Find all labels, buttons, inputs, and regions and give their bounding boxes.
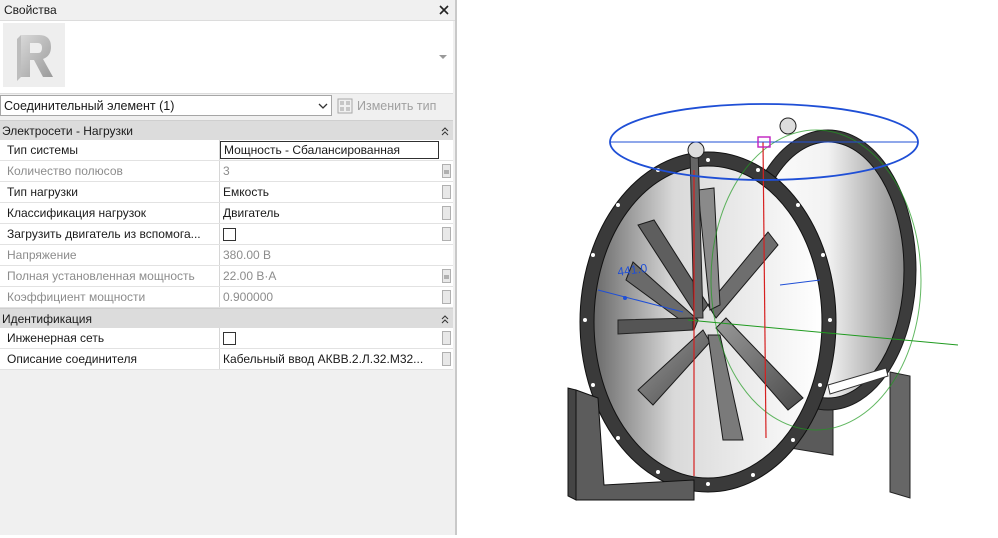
edit-type-button[interactable]: Изменить тип: [337, 95, 451, 116]
prop-name: Инженерная сеть: [0, 328, 220, 348]
associate-parameter-icon[interactable]: [442, 206, 451, 220]
collapse-icon[interactable]: [441, 314, 449, 324]
prop-voltage: Напряжение 380.00 В: [0, 245, 453, 266]
edit-type-label: Изменить тип: [357, 98, 437, 113]
properties-grid: Электросети - Нагрузки Тип системы Мощно…: [0, 120, 453, 370]
associate-parameter-icon[interactable]: [442, 269, 451, 283]
close-icon[interactable]: [437, 3, 451, 17]
revit-logo-thumbnail: [3, 23, 65, 87]
prop-value: 22.00 В·А: [220, 266, 453, 286]
prop-name: Тип нагрузки: [0, 182, 220, 202]
prop-name: Классификация нагрузок: [0, 203, 220, 223]
group-identification[interactable]: Идентификация: [0, 308, 453, 328]
prop-value[interactable]: Двигатель: [220, 203, 453, 223]
properties-panel: Свойства Соединительный элемент (1) Изме…: [0, 0, 457, 535]
properties-titlebar: Свойства: [0, 0, 455, 21]
fan-model[interactable]: 441.0: [458, 0, 998, 535]
prop-value: 0.900000: [220, 287, 453, 307]
3d-viewport[interactable]: 441.0: [458, 0, 998, 535]
group-title: Электросети - Нагрузки: [2, 123, 133, 138]
prop-value[interactable]: Кабельный ввод АКВВ.2.Л.32.М32...: [220, 349, 453, 369]
prop-power-factor: Коэффициент мощности 0.900000: [0, 287, 453, 308]
associate-parameter-icon[interactable]: [442, 331, 451, 345]
associate-parameter-icon[interactable]: [442, 227, 451, 241]
associate-parameter-icon[interactable]: [442, 164, 451, 178]
prop-load-classification[interactable]: Классификация нагрузок Двигатель: [0, 203, 453, 224]
prop-utility[interactable]: Инженерная сеть: [0, 328, 453, 349]
type-selector-dropdown[interactable]: Соединительный элемент (1): [0, 95, 332, 116]
prop-name: Тип системы: [0, 140, 220, 160]
panel-title: Свойства: [4, 3, 57, 17]
chevron-down-icon[interactable]: [438, 52, 448, 62]
chevron-down-icon: [318, 103, 328, 109]
prop-value: 380.00 В: [223, 248, 272, 262]
edit-type-icon: [337, 98, 353, 113]
prop-connector-description[interactable]: Описание соединителя Кабельный ввод АКВВ…: [0, 349, 453, 370]
prop-value[interactable]: [220, 328, 453, 348]
associate-parameter-icon[interactable]: [442, 352, 451, 366]
prop-name: Загрузить двигатель из вспомога...: [0, 224, 220, 244]
motor-auxiliary-checkbox[interactable]: [223, 227, 236, 241]
associate-parameter-icon[interactable]: [442, 290, 451, 304]
prop-value[interactable]: [220, 224, 453, 244]
prop-motor-from-auxiliary[interactable]: Загрузить двигатель из вспомога...: [0, 224, 453, 245]
prop-name: Коэффициент мощности: [0, 287, 220, 307]
prop-system-type[interactable]: Тип системы Мощность - Сбалансированная: [0, 140, 453, 161]
prop-number-of-poles: Количество полюсов 3: [0, 161, 453, 182]
type-selector-value: Соединительный элемент (1): [4, 98, 175, 113]
collapse-icon[interactable]: [441, 126, 449, 136]
prop-value: 3: [220, 161, 453, 181]
prop-apparent-load: Полная установленная мощность 22.00 В·А: [0, 266, 453, 287]
utility-checkbox[interactable]: [223, 331, 236, 345]
group-title: Идентификация: [2, 311, 92, 326]
prop-value[interactable]: Емкость: [220, 182, 453, 202]
prop-name: Количество полюсов: [0, 161, 220, 181]
prop-name: Полная установленная мощность: [0, 266, 220, 286]
prop-load-type[interactable]: Тип нагрузки Емкость: [0, 182, 453, 203]
system-type-field[interactable]: Мощность - Сбалансированная: [220, 141, 439, 159]
prop-name: Описание соединителя: [0, 349, 220, 369]
group-electrical-loads[interactable]: Электросети - Нагрузки: [0, 120, 453, 140]
type-preview-area: [0, 21, 453, 94]
associate-parameter-icon[interactable]: [442, 185, 451, 199]
prop-name: Напряжение: [0, 245, 220, 265]
